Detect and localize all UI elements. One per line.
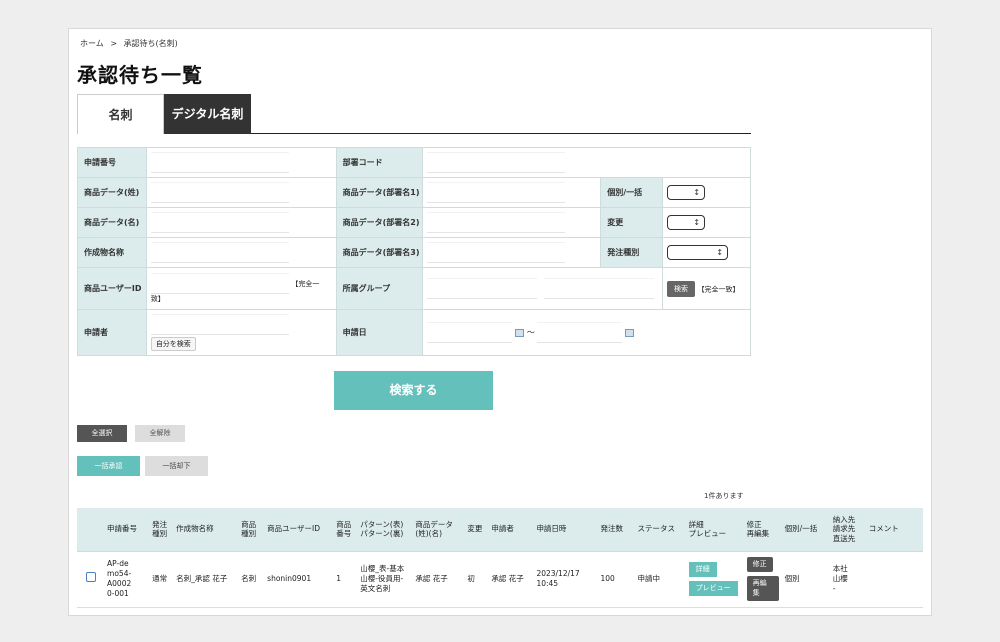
- group-exact-match-note: 【完全一致】: [697, 285, 740, 293]
- cell-quantity: 100: [597, 551, 635, 608]
- product-user-id-input[interactable]: [150, 273, 289, 294]
- change-label: 変更: [600, 207, 664, 238]
- breadcrumb-current: 承認待ち(名刺): [123, 39, 178, 48]
- applicant-input[interactable]: [150, 314, 289, 335]
- cell-change: 初: [464, 551, 489, 608]
- column-header: 納入先 請求先 直送先: [829, 508, 866, 552]
- date-to-input[interactable]: [537, 322, 623, 343]
- calendar-icon[interactable]: [515, 328, 525, 337]
- cell-comment: [865, 551, 923, 608]
- application-number-label: 申請番号: [77, 147, 147, 178]
- exact-match-note-cont: 致】: [150, 295, 165, 303]
- tab-bar: 名刺 デジタル名刺: [77, 94, 751, 134]
- column-header: 作成物名称: [173, 508, 239, 552]
- tab-meishi[interactable]: 名刺: [77, 94, 164, 134]
- department-code-input[interactable]: [427, 152, 566, 173]
- product-last-name-input[interactable]: [150, 182, 289, 203]
- cell-pattern: 山櫻_表-基本 山櫻-役員用- 英文名刺: [357, 551, 413, 608]
- column-header: 発注 種別: [149, 508, 174, 552]
- product-dept3-label: 商品データ(部署名3): [335, 237, 424, 268]
- cell-fix-reedit: 修正 再編集: [743, 551, 782, 608]
- column-header: 商品ユーザーID: [264, 508, 334, 552]
- group-search-button[interactable]: 検索: [667, 280, 696, 297]
- product-dept1-label: 商品データ(部署名1): [335, 177, 424, 208]
- date-range-tilde: ～: [526, 328, 535, 337]
- cell-status: 申請中: [634, 551, 686, 608]
- product-dept3-input[interactable]: [427, 242, 566, 263]
- department-code-label: 部署コード: [335, 147, 424, 178]
- calendar-icon[interactable]: [625, 328, 635, 337]
- product-dept1-input[interactable]: [427, 182, 566, 203]
- cell-delivery: 本社 山櫻 -: [829, 551, 866, 608]
- product-dept2-input[interactable]: [427, 212, 566, 233]
- order-type-select[interactable]: [667, 245, 729, 260]
- group-input[interactable]: [427, 278, 538, 299]
- cell-product-number: 1: [333, 551, 358, 608]
- results-table: 申請番号 発注 種別 作成物名称 商品 種別 商品ユーザーID 商品 番号 パタ…: [77, 508, 923, 608]
- cell-date: 2023/12/17 10:45: [533, 551, 598, 608]
- cell-creation-name: 名刺_承認 花子: [173, 551, 239, 608]
- creation-name-input[interactable]: [150, 242, 289, 263]
- row-checkbox[interactable]: [85, 572, 96, 583]
- column-header: パターン(表) パターン(裏): [357, 508, 413, 552]
- column-header: 商品 種別: [238, 508, 265, 552]
- bulk-approve-button[interactable]: 一括承認: [77, 456, 140, 476]
- cell-detail-preview: 詳細 プレビュー: [685, 551, 744, 608]
- detail-button[interactable]: 詳細: [688, 561, 717, 577]
- group-label: 所属グループ: [335, 267, 424, 310]
- product-first-name-label: 商品データ(名): [77, 207, 147, 238]
- reedit-button[interactable]: 再編集: [746, 576, 779, 602]
- date-from-input[interactable]: [427, 322, 513, 343]
- table-row: AP-de mo54- A0002 0-001 通常 名刺_承認 花子 名刺 s…: [77, 551, 923, 608]
- cell-applicant: 承認 花子: [488, 551, 534, 608]
- individual-bulk-label: 個別/一括: [600, 177, 664, 208]
- clear-all-button[interactable]: 全解除: [135, 425, 185, 442]
- page-title: 承認待ち一覧: [77, 63, 203, 87]
- order-type-label: 発注種別: [600, 237, 664, 268]
- breadcrumb-separator: >: [110, 39, 118, 48]
- column-header: 申請日時: [533, 508, 598, 552]
- cell-individual: 個別: [781, 551, 830, 608]
- creation-name-label: 作成物名称: [77, 237, 147, 268]
- fix-button[interactable]: 修正: [746, 556, 773, 573]
- column-header: 修正 再編集: [743, 508, 782, 552]
- product-user-id-label: 商品ユーザーID: [77, 267, 147, 310]
- column-header: 発注数: [597, 508, 635, 552]
- application-number-input[interactable]: [150, 152, 289, 173]
- result-count: 1件あります: [704, 492, 744, 500]
- column-header: 商品データ (姓)(名): [412, 508, 465, 552]
- breadcrumb-home[interactable]: ホーム: [80, 39, 104, 48]
- group-input-2[interactable]: [543, 278, 654, 299]
- cell-application-number: AP-de mo54- A0002 0-001: [104, 551, 150, 608]
- search-form: 申請番号 部署コード 商品データ(姓) 商品データ(部署名1) 個別/一括 商品…: [77, 147, 751, 356]
- column-header: 申請者: [488, 508, 534, 552]
- tab-digital-meishi[interactable]: デジタル名刺: [164, 94, 251, 134]
- cell-order-type: 通常: [149, 551, 174, 608]
- breadcrumb: ホーム > 承認待ち(名刺): [80, 38, 182, 49]
- exact-match-note: 【完全一: [291, 280, 320, 288]
- product-dept2-label: 商品データ(部署名2): [335, 207, 424, 238]
- product-last-name-label: 商品データ(姓): [77, 177, 147, 208]
- search-button[interactable]: 検索する: [334, 371, 493, 410]
- bulk-reject-button[interactable]: 一括却下: [145, 456, 208, 476]
- column-header: [77, 508, 105, 552]
- preview-button[interactable]: プレビュー: [688, 581, 738, 597]
- column-header: 変更: [464, 508, 489, 552]
- column-header: 個別/一括: [781, 508, 830, 552]
- individual-bulk-select[interactable]: [667, 185, 706, 200]
- product-first-name-input[interactable]: [150, 212, 289, 233]
- select-all-button[interactable]: 全選択: [77, 425, 127, 442]
- column-header: 商品 番号: [333, 508, 358, 552]
- column-header: 申請番号: [104, 508, 150, 552]
- application-date-label: 申請日: [335, 309, 424, 356]
- cell-user-id: shonin0901: [264, 551, 334, 608]
- cell-product-name: 承認 花子: [412, 551, 465, 608]
- change-select[interactable]: [667, 215, 706, 230]
- column-header: 詳細 プレビュー: [685, 508, 744, 552]
- cell-product-type: 名刺: [238, 551, 265, 608]
- column-header: コメント: [865, 508, 923, 552]
- column-header: ステータス: [634, 508, 686, 552]
- applicant-label: 申請者: [77, 309, 147, 356]
- self-search-button[interactable]: 自分を検索: [150, 337, 196, 351]
